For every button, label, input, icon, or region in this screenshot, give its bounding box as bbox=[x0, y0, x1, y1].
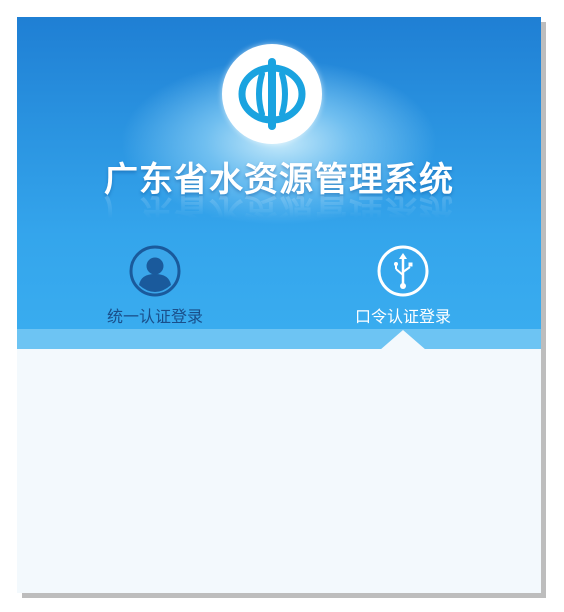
user-avatar-icon bbox=[129, 245, 181, 297]
active-tab-pointer bbox=[380, 330, 426, 350]
tab-label-password-auth: 口令认证登录 bbox=[354, 307, 451, 326]
tab-label-unified-auth: 统一认证登录 bbox=[106, 307, 203, 326]
tab-indicator-strip bbox=[17, 329, 541, 349]
logo bbox=[222, 44, 322, 144]
usb-icon bbox=[377, 245, 429, 297]
tab-password-auth-login[interactable]: 口令认证登录 bbox=[303, 245, 503, 329]
login-panel: 广东省水资源管理系统 广东省水资源管理系统 统一认证登录 口令认证登录 bbox=[17, 17, 541, 593]
water-emblem-icon bbox=[238, 58, 306, 130]
tab-unified-auth-login[interactable]: 统一认证登录 bbox=[55, 245, 255, 329]
login-form-area bbox=[17, 349, 541, 593]
page-title: 广东省水资源管理系统 bbox=[104, 160, 454, 200]
header-banner: 广东省水资源管理系统 广东省水资源管理系统 统一认证登录 口令认证登录 bbox=[17, 17, 541, 329]
